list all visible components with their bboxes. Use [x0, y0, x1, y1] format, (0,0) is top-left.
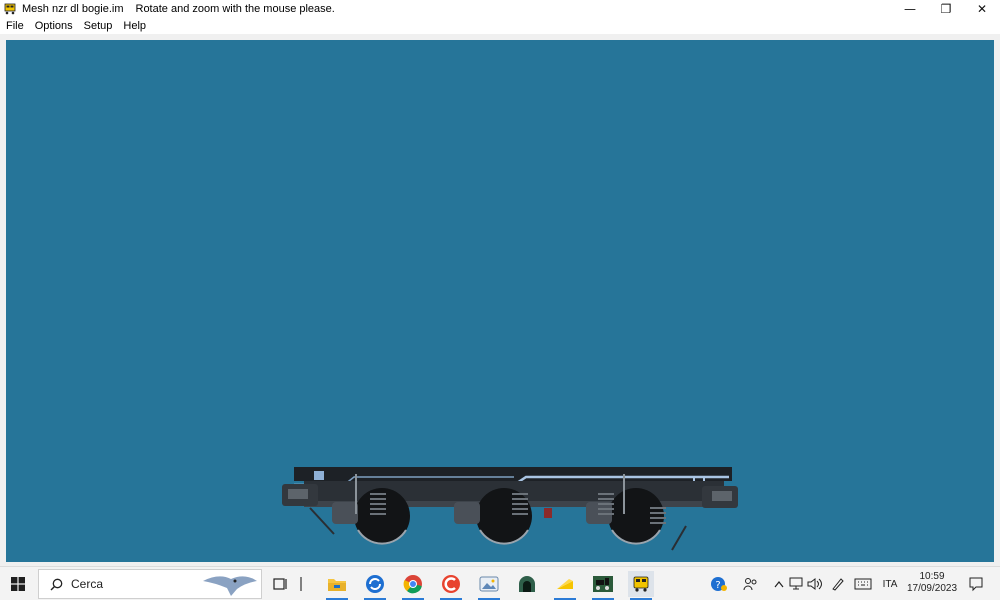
- menu-options[interactable]: Options: [29, 20, 78, 32]
- minimize-button[interactable]: —: [892, 0, 928, 18]
- search-placeholder: Cerca: [71, 577, 104, 591]
- chrome-icon[interactable]: [400, 571, 426, 600]
- close-button[interactable]: ✕: [964, 0, 1000, 18]
- menu-file[interactable]: File: [0, 20, 29, 32]
- tunnel-icon[interactable]: [514, 571, 540, 597]
- train-icon[interactable]: [590, 571, 616, 600]
- app-icon: [4, 3, 16, 15]
- search-box[interactable]: Cerca: [38, 569, 262, 599]
- volume-icon[interactable]: [806, 567, 824, 600]
- clock-time: 10:59: [919, 571, 945, 582]
- people-icon[interactable]: [740, 567, 762, 600]
- search-icon: [49, 577, 63, 591]
- menu-setup[interactable]: Setup: [78, 20, 118, 32]
- window-message: Rotate and zoom with the mouse please.: [135, 3, 335, 15]
- pen-icon[interactable]: [828, 567, 848, 600]
- folder-icon[interactable]: [324, 571, 350, 600]
- svg-text:?: ?: [715, 580, 720, 591]
- 3d-viewport[interactable]: [6, 40, 994, 562]
- cheese-icon[interactable]: [552, 571, 578, 600]
- task-view-icon: [273, 578, 287, 590]
- ccleaner-icon[interactable]: [438, 571, 464, 600]
- network-icon[interactable]: [788, 567, 806, 600]
- clock-date: 17/09/2023: [906, 583, 958, 594]
- keyboard-icon[interactable]: [852, 567, 874, 600]
- notification-icon[interactable]: [962, 567, 990, 600]
- windows-icon: [11, 577, 25, 591]
- taskbar: Cerca ? ITA 10:59 17/09/2023: [0, 566, 1000, 600]
- menu-help[interactable]: Help: [117, 20, 151, 32]
- sync-icon[interactable]: [362, 571, 388, 600]
- divider-icon: [294, 571, 308, 597]
- task-view-button[interactable]: [268, 571, 294, 597]
- photos-icon[interactable]: [476, 571, 502, 600]
- window-title: Mesh nzr dl bogie.im: [22, 3, 124, 15]
- start-button[interactable]: [0, 567, 36, 600]
- help-icon[interactable]: ?: [706, 567, 732, 600]
- title-bar: Mesh nzr dl bogie.im Rotate and zoom wit…: [0, 0, 1000, 18]
- language-indicator[interactable]: ITA: [878, 567, 902, 600]
- viewport-frame: [0, 34, 1000, 566]
- manta-ray-icon: [201, 571, 259, 600]
- bus-icon[interactable]: [628, 571, 654, 600]
- window-controls: — ❐ ✕: [892, 0, 1000, 18]
- bogie-model[interactable]: [274, 464, 744, 559]
- chevron-up-icon[interactable]: [770, 567, 788, 600]
- restore-button[interactable]: ❐: [928, 0, 964, 18]
- menu-bar: File Options Setup Help: [0, 18, 1000, 34]
- clock[interactable]: 10:59 17/09/2023: [902, 571, 962, 595]
